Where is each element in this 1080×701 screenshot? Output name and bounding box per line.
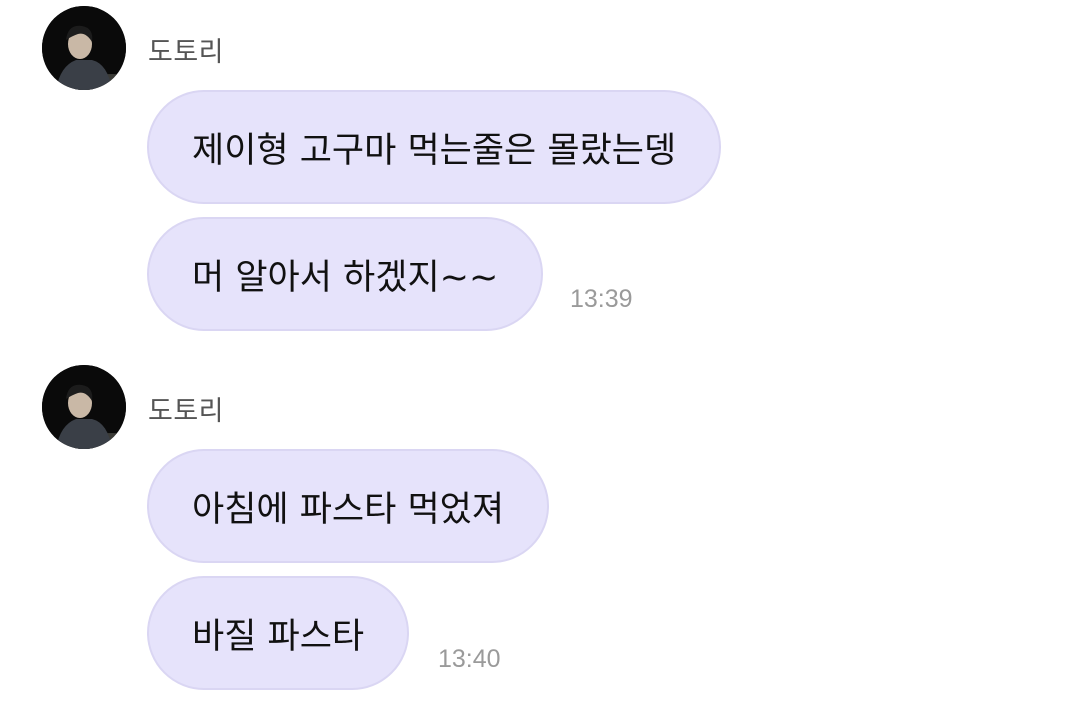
sender-name: 도토리: [148, 396, 225, 427]
message-bubble[interactable]: 제이형 고구마 먹는줄은 몰랐는뎅: [147, 90, 722, 204]
message-bubble[interactable]: 머 알아서 하겠지~~: [147, 217, 544, 331]
sender-name: 도토리: [148, 37, 225, 68]
avatar-photo: [42, 6, 126, 90]
message-timestamp: 13:40: [438, 645, 501, 673]
message-bubble[interactable]: 아침에 파스타 먹었져: [147, 449, 550, 563]
message-bubble[interactable]: 바질 파스타: [147, 576, 410, 690]
message-timestamp: 13:39: [570, 285, 633, 313]
sender-avatar[interactable]: [42, 6, 126, 90]
avatar-photo: [42, 365, 126, 449]
sender-avatar[interactable]: [42, 365, 126, 449]
